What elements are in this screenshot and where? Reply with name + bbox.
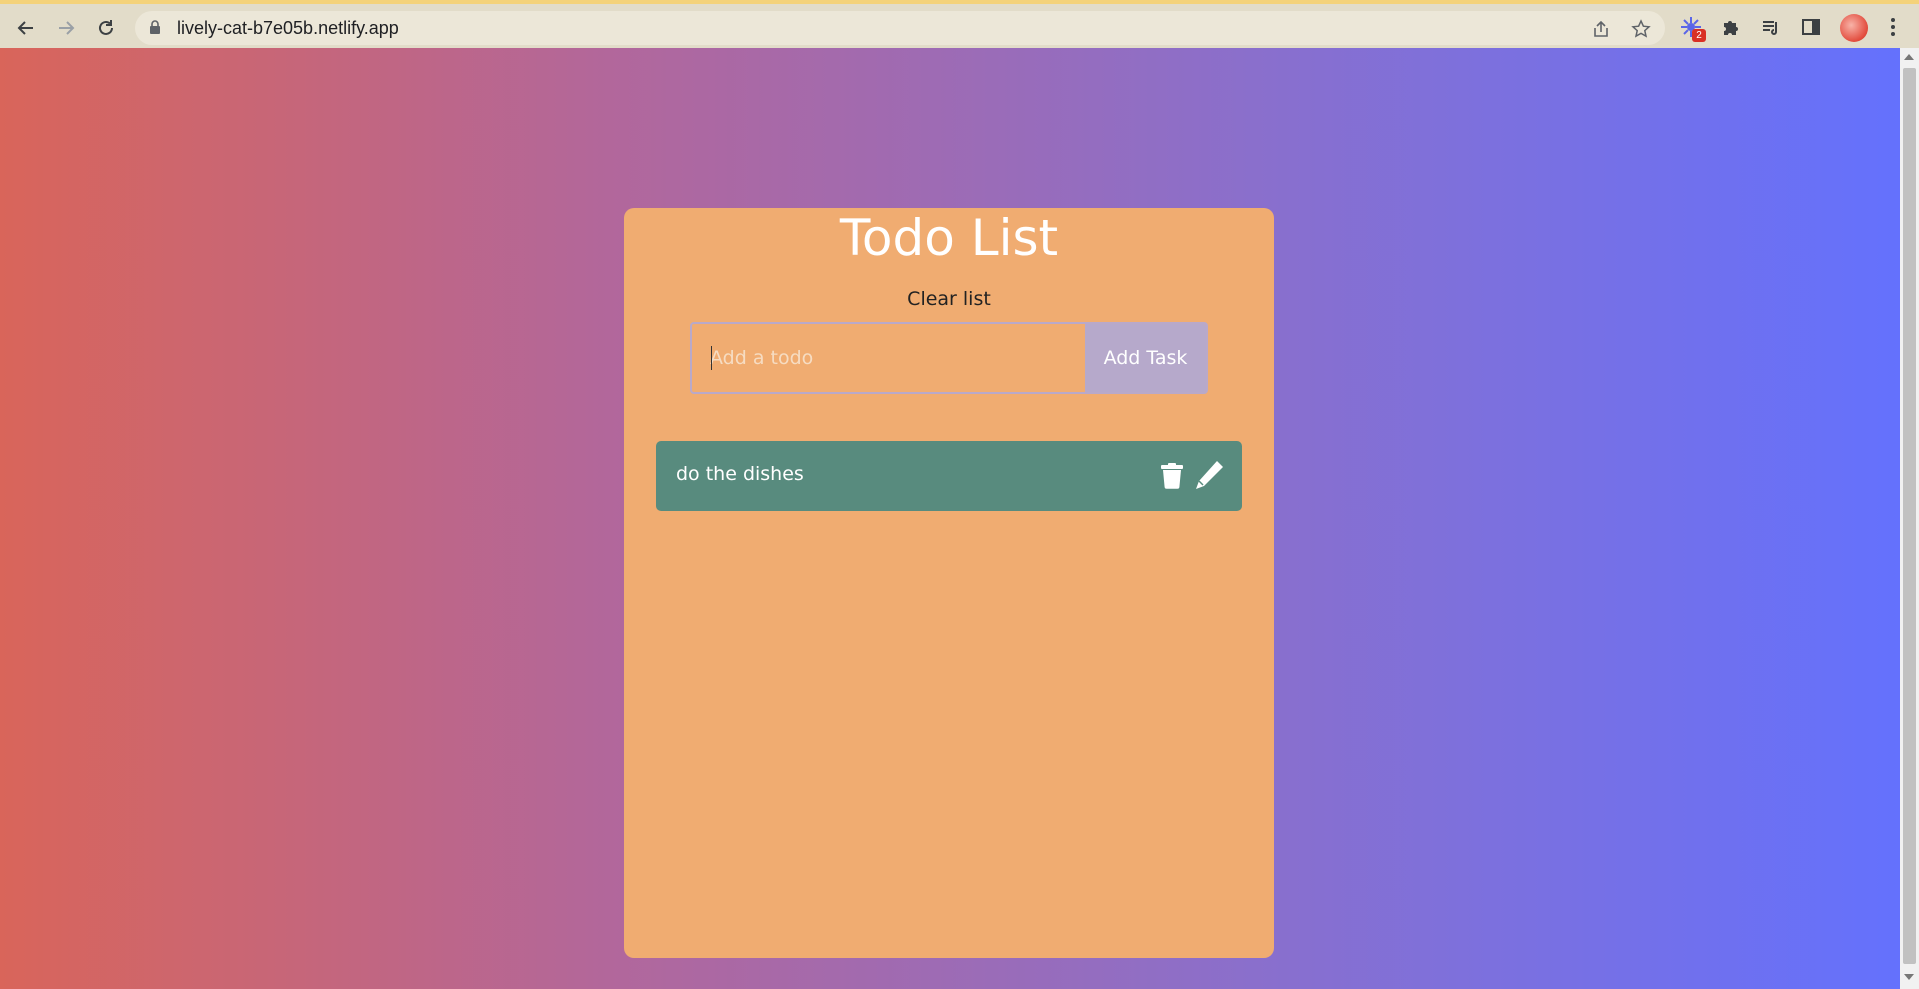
puzzle-icon[interactable] [1718, 14, 1744, 40]
add-task-button[interactable]: Add Task [1084, 324, 1206, 392]
clear-list-button[interactable]: Clear list [884, 288, 1014, 310]
trash-icon[interactable] [1160, 463, 1184, 489]
page-scrollbar[interactable] [1900, 48, 1919, 989]
url-text: lively-cat-b7e05b.netlify.app [177, 18, 399, 38]
address-bar[interactable]: lively-cat-b7e05b.netlify.app [135, 11, 1665, 45]
todo-input[interactable] [692, 324, 1085, 392]
avatar[interactable] [1840, 14, 1868, 42]
text-caret [711, 346, 712, 370]
reload-button[interactable] [90, 12, 122, 44]
todo-text: do the dishes [676, 463, 804, 485]
arrow-left-icon [17, 21, 33, 35]
side-panel-icon[interactable] [1798, 14, 1824, 40]
share-icon[interactable] [1591, 19, 1611, 39]
todo-item: do the dishes [656, 441, 1242, 511]
pen-icon[interactable] [1193, 459, 1225, 491]
kebab-menu-icon[interactable] [1880, 14, 1906, 40]
color-sparkle-icon[interactable]: 2 [1678, 14, 1706, 42]
star-icon[interactable] [1631, 19, 1651, 39]
page-background: Todo List Clear list Add Task do the dis… [0, 48, 1900, 989]
scroll-down-arrow[interactable] [1904, 974, 1914, 980]
playlist-icon[interactable] [1758, 14, 1784, 40]
reload-icon [99, 20, 113, 35]
lock-icon [149, 20, 161, 39]
browser-toolbar: lively-cat-b7e05b.netlify.app 2 [0, 0, 1919, 48]
back-button[interactable] [10, 12, 42, 44]
todo-form: Add Task [690, 322, 1208, 394]
arrow-right-icon [59, 21, 75, 35]
scroll-up-arrow[interactable] [1904, 54, 1914, 60]
forward-button[interactable] [50, 12, 82, 44]
todo-card: Todo List Clear list Add Task do the dis… [624, 208, 1274, 958]
scroll-thumb[interactable] [1903, 68, 1916, 964]
page-title: Todo List [839, 209, 1059, 267]
extension-badge: 2 [1692, 29, 1706, 42]
